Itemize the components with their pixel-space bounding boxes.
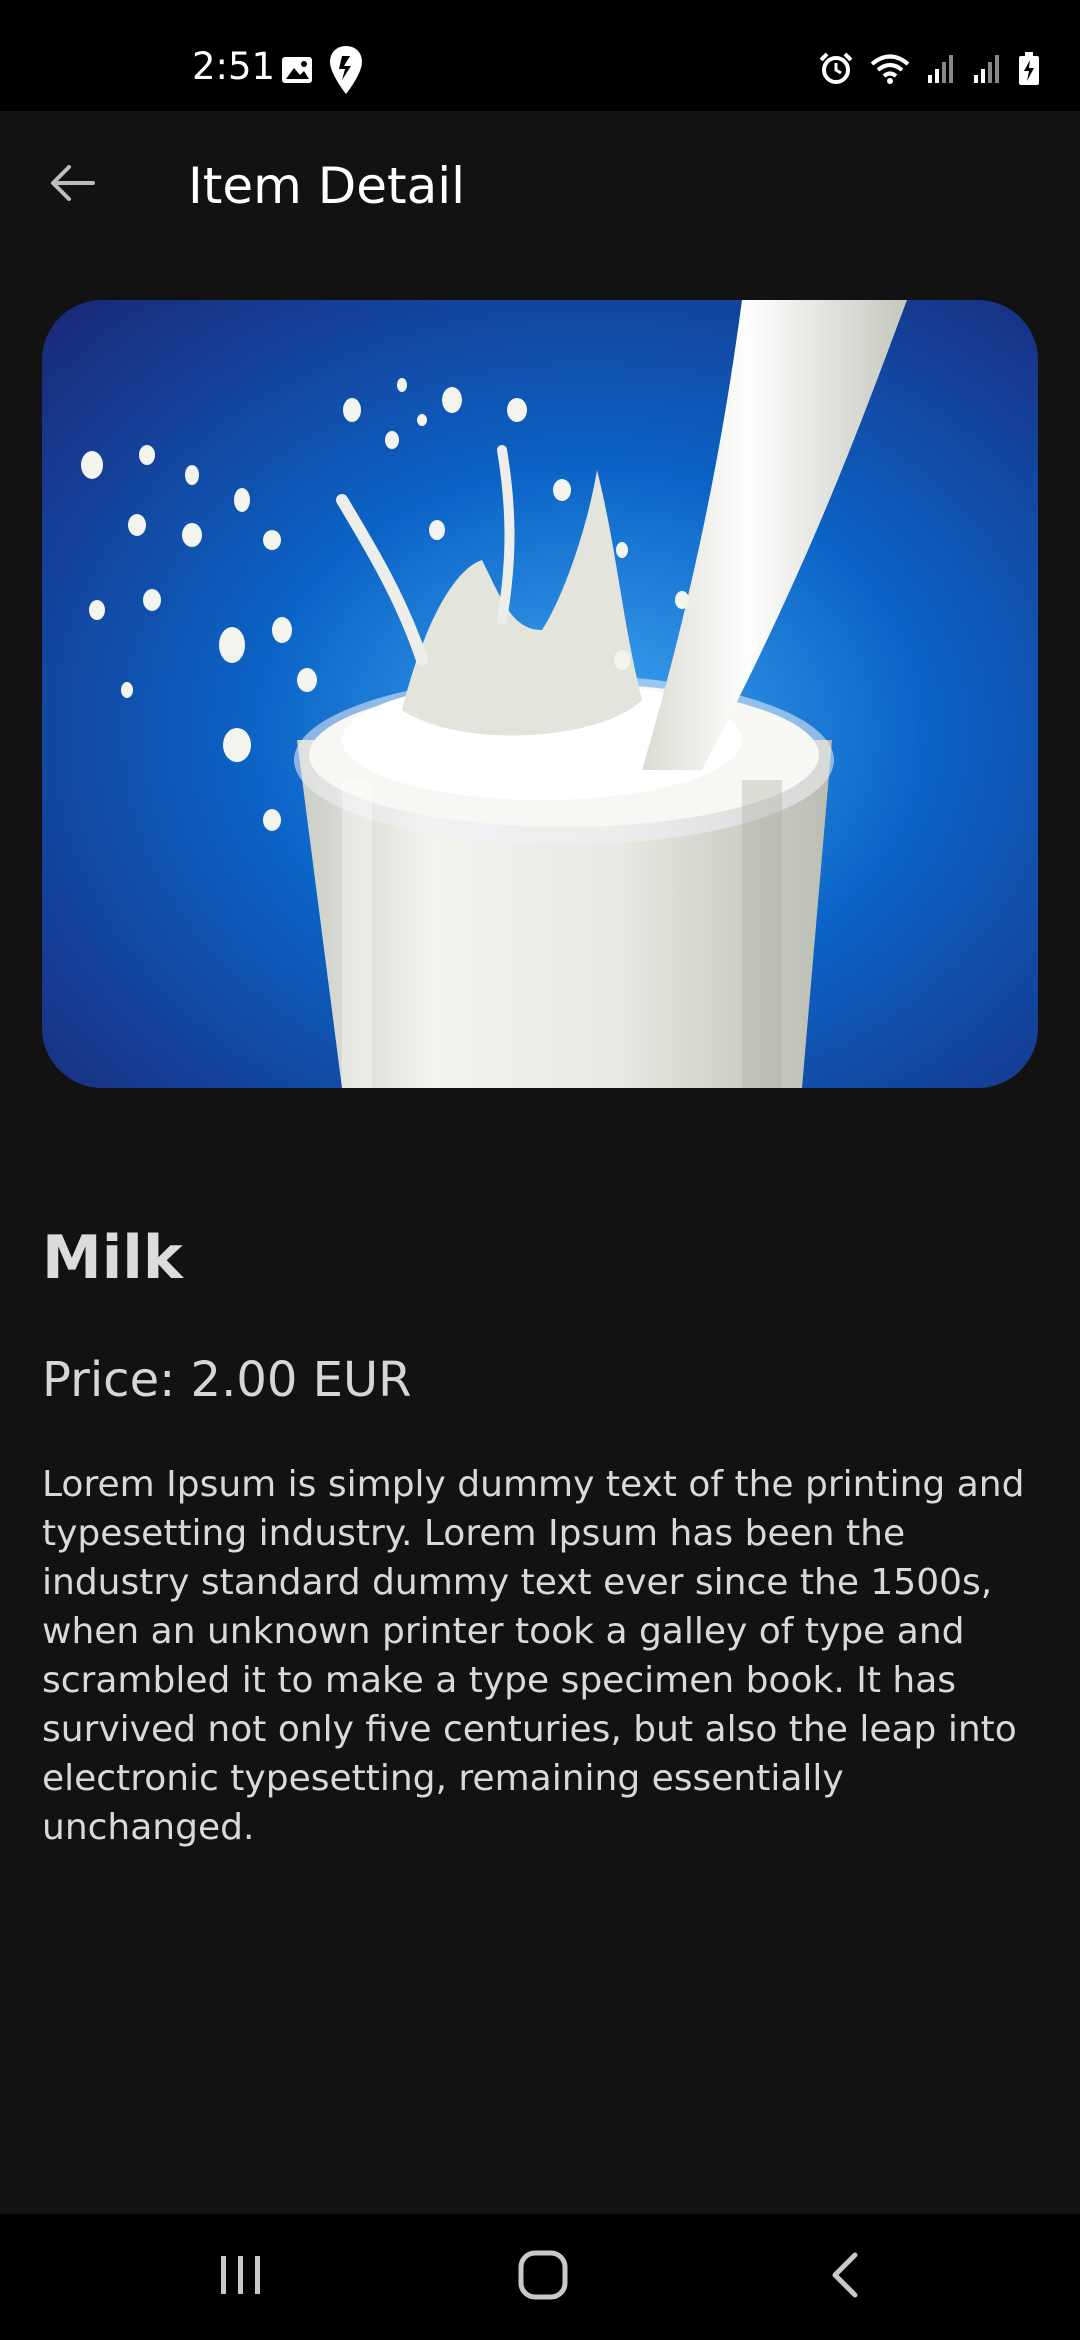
swiggy-icon	[328, 44, 364, 100]
back-chevron-icon	[825, 2249, 865, 2305]
status-left-icons	[280, 44, 364, 100]
status-right-icons	[818, 52, 1040, 90]
wifi-icon	[870, 53, 910, 89]
app-bar: Item Detail	[0, 111, 1080, 261]
item-description: Lorem Ipsum is simply dummy text of the …	[42, 1464, 1025, 1848]
page-title: Item Detail	[188, 157, 466, 215]
back-button[interactable]	[36, 149, 108, 221]
item-image	[42, 300, 1038, 1088]
recents-icon	[216, 2252, 266, 2302]
item-name: Milk	[42, 1223, 183, 1293]
battery-charging-icon	[1018, 52, 1040, 90]
nav-back-button[interactable]	[800, 2242, 890, 2312]
home-icon	[517, 2249, 569, 2305]
alarm-icon	[818, 52, 854, 90]
home-button[interactable]	[498, 2242, 588, 2312]
item-price: Price: 2.00 EUR	[42, 1352, 412, 1408]
status-bar: 2:51	[0, 0, 1080, 111]
arrow-left-icon	[49, 163, 95, 207]
system-nav-bar	[0, 2214, 1080, 2340]
image-icon	[280, 54, 314, 90]
status-time: 2:51	[192, 45, 276, 88]
signal-icon	[972, 53, 1002, 89]
recents-button[interactable]	[196, 2242, 286, 2312]
signal-icon	[926, 53, 956, 89]
